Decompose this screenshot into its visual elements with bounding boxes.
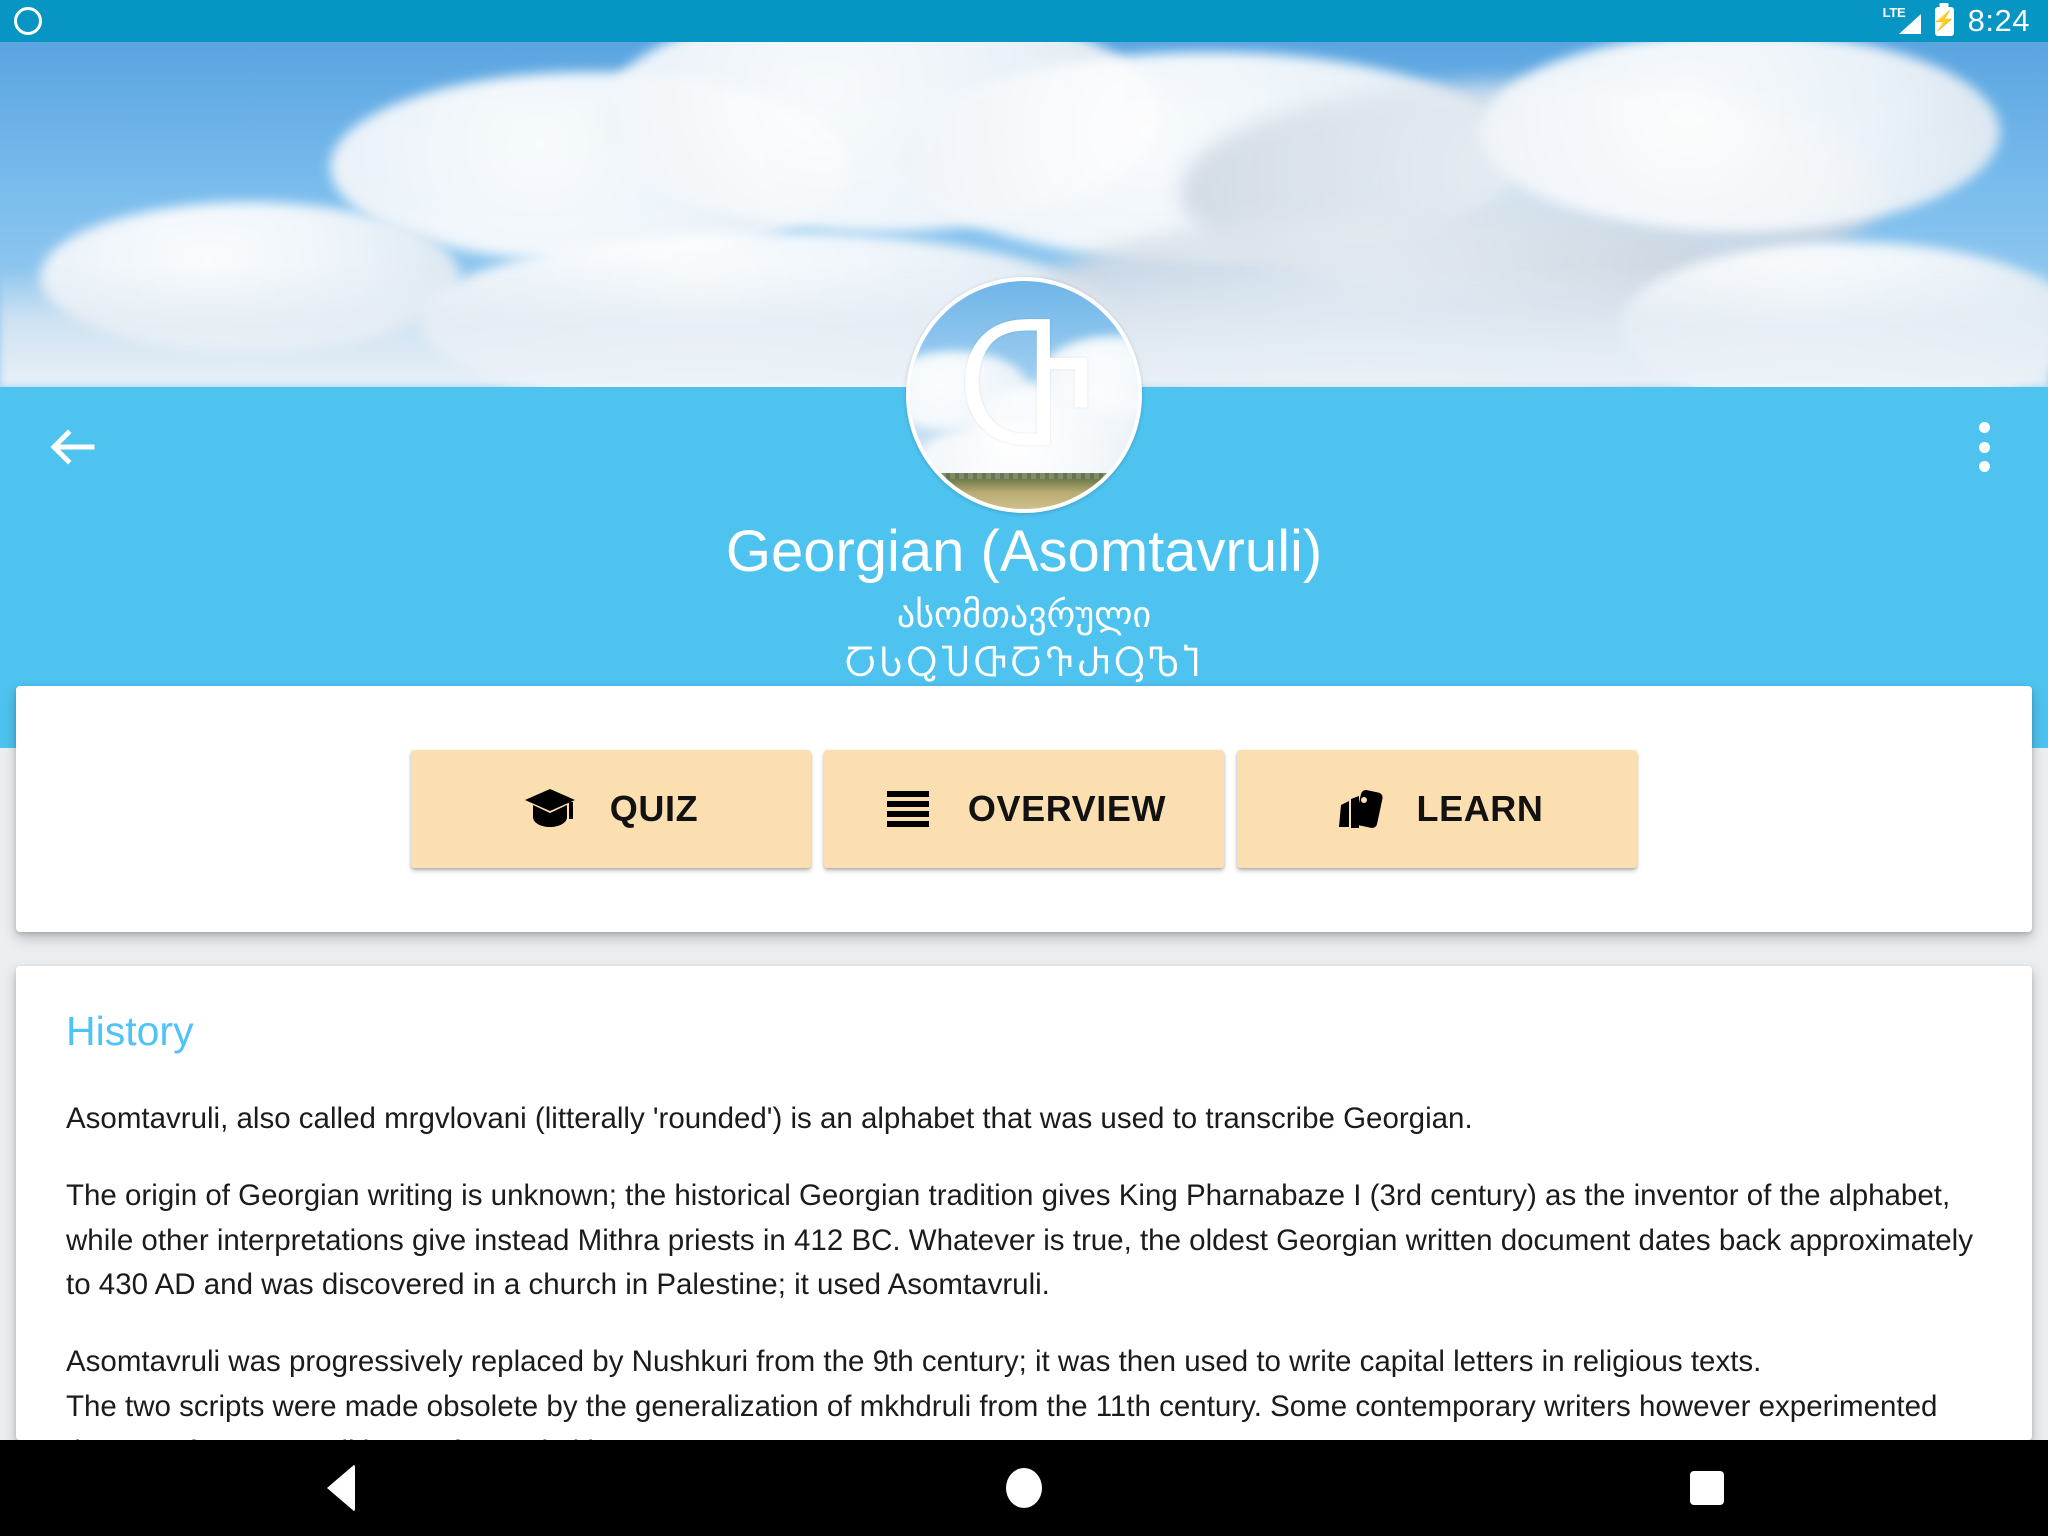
list-icon xyxy=(882,783,934,835)
overview-button-label: OVERVIEW xyxy=(967,788,1167,829)
status-bar: LTE ⚡ 8:24 xyxy=(0,0,2048,42)
android-back-button[interactable] xyxy=(241,1440,441,1536)
history-card: History Asomtavruli, also called mrgvlov… xyxy=(16,966,2032,1440)
flashcards-icon xyxy=(1331,783,1383,835)
back-arrow-icon[interactable] xyxy=(46,421,98,473)
overflow-menu-icon[interactable] xyxy=(1976,418,1992,476)
lte-signal-icon: LTE xyxy=(1883,6,1921,35)
signal-bars xyxy=(1898,14,1921,34)
history-paragraph: Asomtavruli was progressively replaced b… xyxy=(66,1345,1938,1440)
actions-row: QUIZ OVERVIEW LEARN xyxy=(16,686,2032,932)
battery-charging-icon: ⚡ xyxy=(1932,6,1956,36)
avatar: Ⴇ xyxy=(906,277,1142,513)
quiz-button-label: QUIZ xyxy=(609,788,699,829)
page-title: Georgian (Asomtavruli) xyxy=(725,519,1323,584)
status-bar-right: LTE ⚡ 8:24 xyxy=(1883,3,2030,39)
overview-button[interactable]: OVERVIEW xyxy=(824,750,1224,868)
android-navigation-bar xyxy=(0,1440,2048,1536)
history-paragraph: Asomtavruli, also called mrgvlovani (lit… xyxy=(66,1102,1473,1135)
bolt-glyph: ⚡ xyxy=(1932,10,1956,32)
app-root: LTE ⚡ 8:24 Ⴇ Georgian (Asomtavruli) ასომ… xyxy=(0,0,2048,1536)
list-icon-bars xyxy=(886,791,929,827)
overflow-dot xyxy=(1978,422,1990,433)
avatar-image: Ⴇ xyxy=(906,277,1142,513)
recents-square-icon xyxy=(1689,1471,1724,1505)
hero-titles: Georgian (Asomtavruli) ასომთავრული ႠႱႭႮႧ… xyxy=(0,519,2048,686)
app-notification-icon xyxy=(14,7,42,35)
home-circle-icon xyxy=(1005,1468,1042,1508)
script-name: ႠႱႭႮႧႠႥႰႳႪႨ xyxy=(844,644,1204,686)
quiz-button[interactable]: QUIZ xyxy=(411,750,811,868)
actions-card: QUIZ OVERVIEW LEARN xyxy=(16,686,2032,932)
history-heading: History xyxy=(66,1008,194,1054)
overflow-dot xyxy=(1978,461,1990,472)
status-bar-left xyxy=(14,7,42,35)
avatar-letter: Ⴇ xyxy=(956,306,1092,478)
back-triangle-icon xyxy=(327,1464,356,1512)
learn-button-label: LEARN xyxy=(1416,788,1544,829)
native-name: ასომთავრული xyxy=(896,594,1152,636)
android-home-button[interactable] xyxy=(924,1440,1124,1536)
android-recents-button[interactable] xyxy=(1607,1440,1807,1536)
overflow-dot xyxy=(1978,441,1990,453)
learn-button[interactable]: LEARN xyxy=(1237,750,1637,868)
graduation-cap-icon xyxy=(524,783,576,835)
status-bar-clock: 8:24 xyxy=(1967,3,2030,38)
history-paragraph: The origin of Georgian writing is unknow… xyxy=(66,1178,1973,1302)
history-content: History Asomtavruli, also called mrgvlov… xyxy=(16,966,2032,1440)
